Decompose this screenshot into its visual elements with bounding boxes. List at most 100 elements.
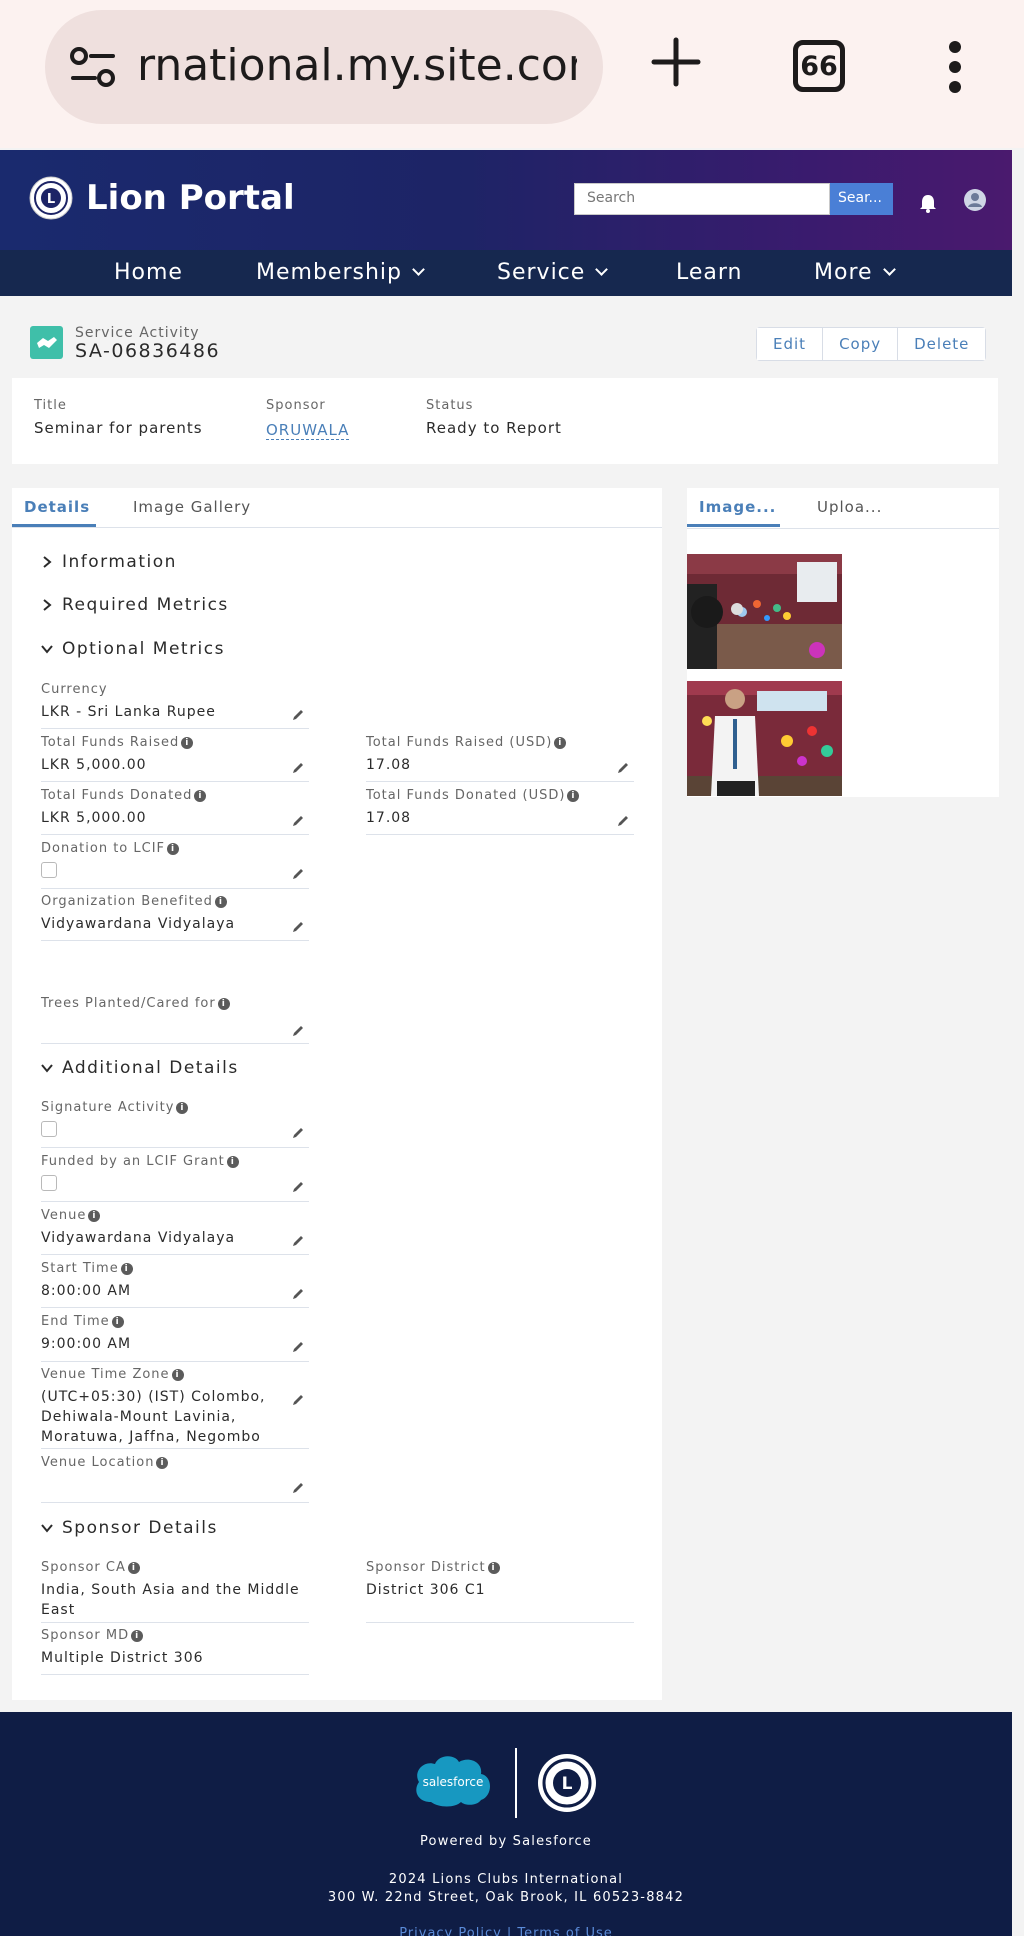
field-value: LKR 5,000.00 [41, 757, 147, 773]
tab-image-gallery[interactable]: Image Gallery [133, 498, 251, 516]
tab-upload[interactable]: Uploa... [817, 498, 882, 516]
info-icon[interactable]: i [111, 1315, 124, 1328]
service-activity-icon [30, 326, 63, 359]
tab-details[interactable]: Details [24, 498, 90, 516]
seminar-photo-2 [687, 681, 842, 796]
signature-activity-checkbox[interactable] [41, 1121, 57, 1137]
pencil-icon[interactable] [291, 1234, 305, 1248]
donation-lcif-checkbox[interactable] [41, 862, 57, 878]
pencil-icon[interactable] [291, 761, 305, 775]
bell-icon[interactable] [917, 192, 939, 214]
pencil-icon[interactable] [291, 1024, 305, 1038]
info-icon[interactable]: i [171, 1368, 184, 1381]
search-input[interactable]: Search [574, 183, 830, 215]
delete-button[interactable]: Delete [897, 328, 986, 360]
info-icon[interactable]: i [181, 736, 194, 749]
tab-images[interactable]: Image... [699, 498, 776, 516]
field-venue-time-zone: Venue Time Zone i (UTC+05:30) (IST) Colom… [41, 1367, 309, 1449]
section-required-metrics[interactable]: Required Metrics [40, 595, 229, 615]
info-icon[interactable]: i [167, 842, 180, 855]
salesforce-logo[interactable]: salesforce [411, 1752, 495, 1810]
lcif-grant-checkbox[interactable] [41, 1175, 57, 1191]
nav-more[interactable]: More [814, 260, 896, 285]
gallery-photo[interactable] [687, 554, 842, 669]
field-trees-planted: Trees Planted/Cared for i [41, 996, 309, 1044]
field-value: 17.08 [366, 757, 412, 773]
pencil-icon[interactable] [291, 1340, 305, 1354]
pencil-icon[interactable] [291, 867, 305, 881]
pencil-icon[interactable] [291, 1393, 305, 1407]
url-bar[interactable]: rnational.my.site.com [45, 10, 603, 124]
highlight-label: Sponsor [266, 398, 326, 413]
info-icon[interactable]: i [131, 1629, 144, 1642]
user-avatar[interactable] [964, 189, 986, 211]
sponsor-link[interactable]: ORUWALA [266, 421, 350, 440]
field-label: Signature Activity i [41, 1100, 309, 1115]
pencil-icon[interactable] [291, 708, 305, 722]
info-icon[interactable]: i [554, 736, 567, 749]
nav-service[interactable]: Service [497, 260, 609, 285]
copy-button[interactable]: Copy [822, 328, 898, 360]
highlight-label: Status [426, 398, 474, 413]
nav-home[interactable]: Home [114, 260, 183, 285]
pencil-icon[interactable] [291, 1287, 305, 1301]
nav-membership[interactable]: Membership [256, 260, 425, 285]
section-additional-details[interactable]: Additional Details [40, 1058, 239, 1078]
more-vert-icon[interactable] [946, 40, 964, 94]
field-value [41, 1475, 309, 1495]
info-icon[interactable]: i [120, 1262, 133, 1275]
field-donation-to-lcif: Donation to LCIF i [41, 841, 309, 889]
new-tab-icon[interactable] [650, 36, 702, 88]
section-title: Required Metrics [62, 595, 229, 615]
info-icon[interactable]: i [217, 997, 230, 1010]
search-button[interactable]: Sear... [830, 183, 893, 215]
pencil-icon[interactable] [616, 814, 630, 828]
field-label: Venue i [41, 1208, 309, 1223]
portal-title[interactable]: Lion Portal [86, 178, 295, 218]
url-text[interactable]: rnational.my.site.com [137, 40, 577, 91]
section-information[interactable]: Information [40, 552, 177, 572]
field-total-funds-donated-usd: Total Funds Donated (USD) i 17.08 [366, 788, 634, 835]
portal-header: L Lion Portal Search Sear... [0, 150, 1012, 250]
logo-divider [515, 1748, 517, 1818]
pencil-icon[interactable] [291, 1180, 305, 1194]
tab-switcher-button[interactable]: 66 [793, 40, 845, 92]
edit-button[interactable]: Edit [757, 328, 823, 360]
field-value: (UTC+05:30) (IST) Colombo, Dehiwala-Moun… [41, 1389, 266, 1445]
info-icon[interactable]: i [176, 1101, 189, 1114]
tab-divider [687, 528, 999, 529]
info-icon[interactable]: i [88, 1209, 101, 1222]
site-settings-icon[interactable] [69, 46, 117, 88]
nav-label: Service [497, 260, 586, 285]
field-value: District 306 C1 [366, 1582, 486, 1598]
pencil-icon[interactable] [291, 920, 305, 934]
field-end-time: End Time i 9:00:00 AM [41, 1314, 309, 1362]
lions-logo-icon[interactable]: L [28, 175, 74, 221]
field-label: Venue Time Zone i [41, 1367, 309, 1382]
pencil-icon[interactable] [291, 814, 305, 828]
field-label: Venue Location i [41, 1455, 309, 1470]
info-icon[interactable]: i [487, 1561, 500, 1574]
info-icon[interactable]: i [567, 789, 580, 802]
info-icon[interactable]: i [127, 1561, 140, 1574]
powered-by-text: Powered by Salesforce [419, 1834, 592, 1849]
chevron-down-icon [595, 263, 609, 276]
info-icon[interactable]: i [156, 1456, 169, 1469]
gallery-photo[interactable] [687, 681, 842, 796]
pencil-icon[interactable] [291, 1126, 305, 1140]
lions-footer-logo[interactable]: L [536, 1752, 598, 1814]
field-venue-location: Venue Location i [41, 1455, 309, 1503]
pencil-icon[interactable] [291, 1481, 305, 1495]
pencil-icon[interactable] [616, 761, 630, 775]
info-icon[interactable]: i [194, 789, 207, 802]
section-title: Information [62, 552, 177, 572]
info-icon[interactable]: i [226, 1155, 239, 1168]
info-icon[interactable]: i [214, 895, 227, 908]
field-label: End Time i [41, 1314, 309, 1329]
field-signature-activity: Signature Activity i [41, 1100, 309, 1148]
footer-links[interactable]: Privacy Policy | Terms of Use [0, 1926, 1012, 1936]
field-value: LKR 5,000.00 [41, 810, 147, 826]
section-optional-metrics[interactable]: Optional Metrics [40, 639, 225, 659]
nav-learn[interactable]: Learn [676, 260, 743, 285]
section-sponsor-details[interactable]: Sponsor Details [40, 1518, 218, 1538]
